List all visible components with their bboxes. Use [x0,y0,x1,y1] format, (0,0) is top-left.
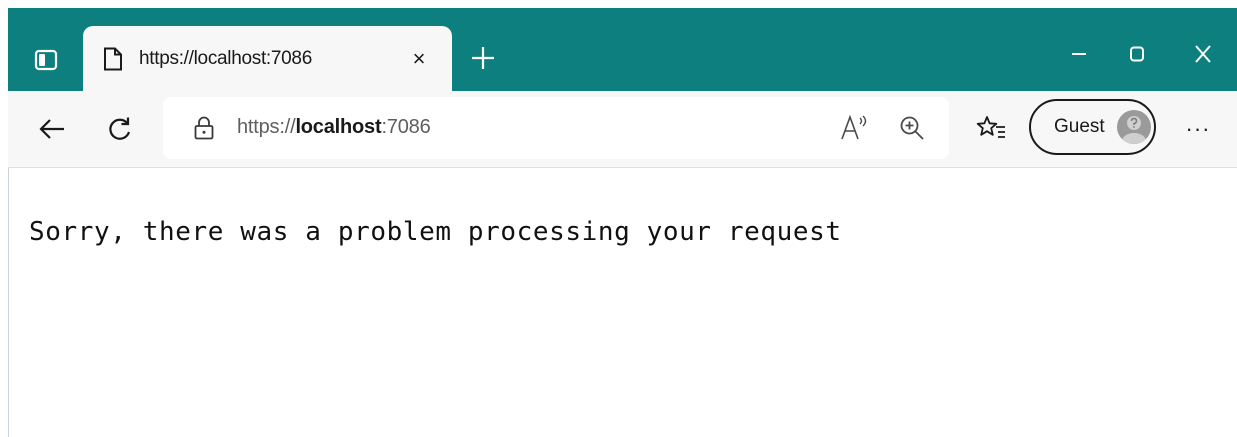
url-text[interactable]: https://localhost:7086 [237,116,431,139]
profile-button[interactable]: Guest [1029,99,1156,155]
minimize-button[interactable] [1056,34,1102,74]
error-message: Sorry, there was a problem processing yo… [29,217,842,247]
guest-avatar-icon [1116,110,1151,144]
read-aloud-button[interactable] [839,113,871,143]
back-button[interactable] [32,109,72,149]
page-content: Sorry, there was a problem processing yo… [8,168,1237,437]
favorites-button[interactable] [971,109,1011,149]
zoom-button[interactable] [897,113,927,143]
navigation-toolbar: https://localhost:7086 Guest ··· [8,91,1237,168]
tab-actions-icon [34,49,58,71]
refresh-icon [109,117,131,140]
new-tab-button[interactable] [463,38,503,78]
minimize-icon [1072,53,1086,55]
address-bar[interactable]: https://localhost:7086 [163,97,949,159]
plus-icon [472,47,494,69]
tab-actions-button[interactable] [26,40,66,80]
back-arrow-icon [39,119,64,139]
url-port: :7086 [381,116,431,138]
close-window-button[interactable] [1180,34,1226,74]
close-icon [1195,45,1211,63]
more-options-button[interactable]: ··· [1178,109,1218,149]
title-bar: https://localhost:7086 × [8,8,1237,91]
read-aloud-icon [841,115,867,140]
favorites-icon [976,116,1005,138]
maximize-button[interactable] [1114,34,1160,74]
profile-label: Guest [1054,116,1105,137]
tab-close-button[interactable]: × [404,44,434,74]
page-icon [103,46,125,72]
tab-title: https://localhost:7086 [139,47,312,69]
zoom-in-icon [900,116,924,140]
tab-active[interactable]: https://localhost:7086 × [83,26,452,91]
refresh-button[interactable] [100,109,140,149]
info-lock-icon[interactable] [193,116,215,140]
maximize-icon [1130,46,1144,62]
url-host: localhost [295,116,382,138]
browser-window: https://localhost:7086 × https://localho… [8,8,1237,437]
url-scheme: https:// [237,116,296,138]
